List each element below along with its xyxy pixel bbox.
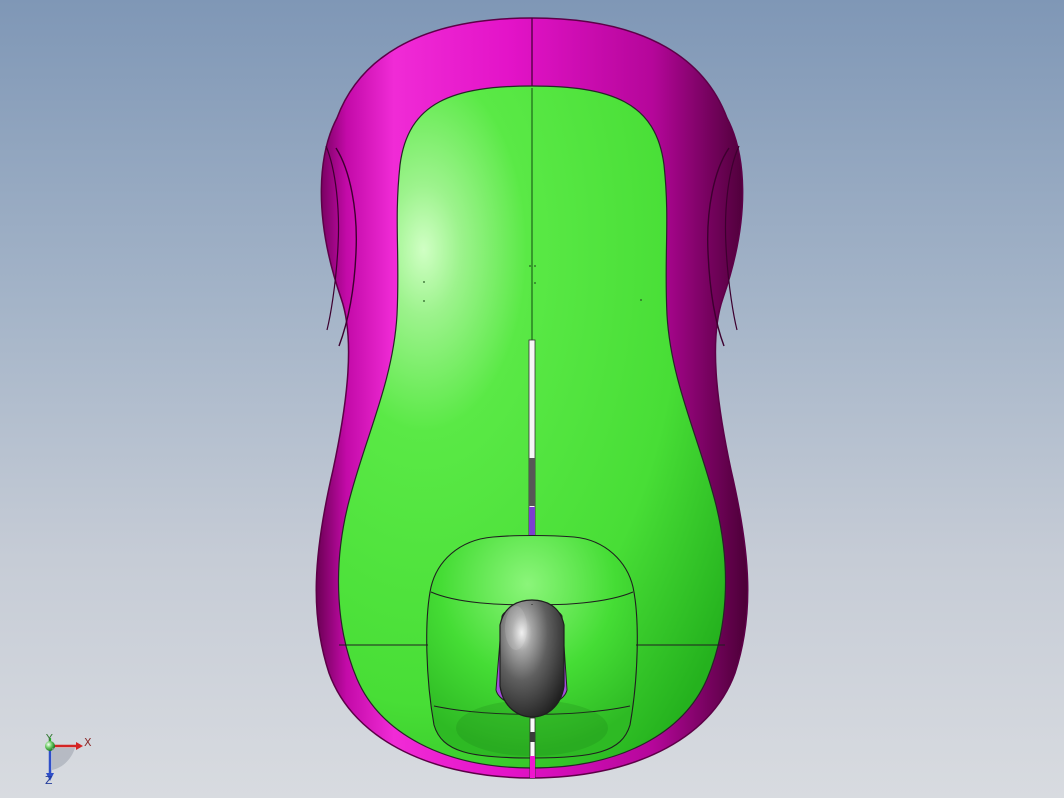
sketch-point: [534, 265, 536, 267]
sketch-point: [423, 281, 425, 283]
rear-split-stem-pink: [530, 756, 535, 778]
rear-split-stem-dark: [530, 732, 535, 742]
sketch-point: [534, 282, 536, 284]
sketch-point: [423, 300, 425, 302]
triad-z-label: Z: [45, 774, 53, 787]
model-view[interactable]: X Y Z: [0, 0, 1064, 798]
button-split-channel-purple-segment: [529, 507, 535, 535]
triad-x-label: X: [84, 736, 92, 749]
scroll-wheel-highlight: [505, 606, 527, 650]
triad-x-arrow-icon: [76, 742, 83, 750]
sketch-point: [529, 265, 531, 267]
triad-shadow: [52, 748, 75, 770]
reference-triad[interactable]: X Y Z: [45, 732, 92, 787]
sketch-point: [640, 299, 642, 301]
graphics-viewport[interactable]: X Y Z: [0, 0, 1064, 798]
button-split-channel-dark-segment: [529, 458, 535, 506]
